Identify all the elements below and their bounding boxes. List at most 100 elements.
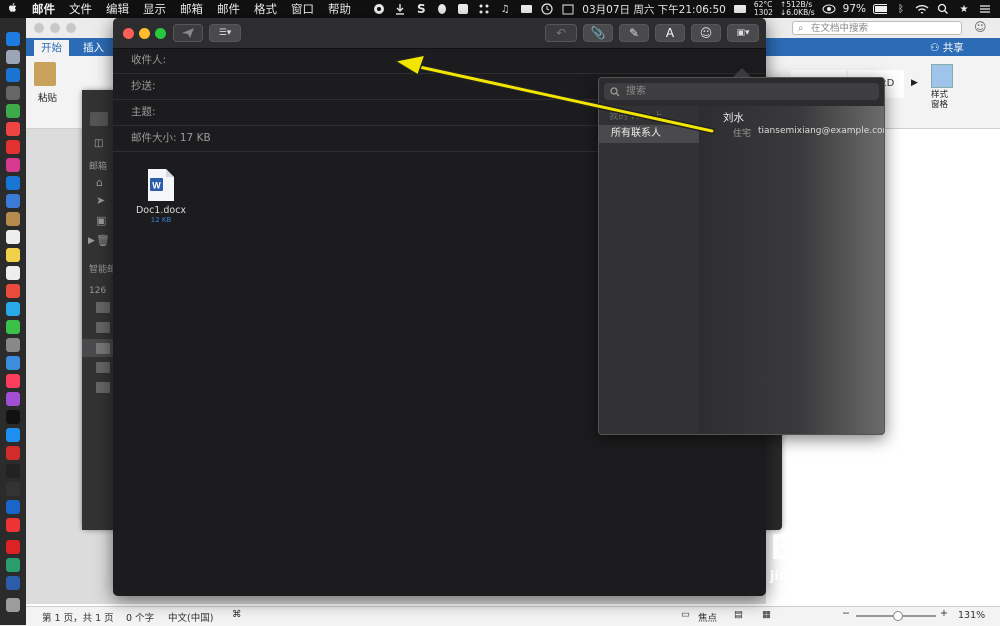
smiley-feedback-icon[interactable]: ☺	[974, 20, 987, 34]
format-button[interactable]: A	[655, 24, 685, 42]
system-stats[interactable]: 62°C 1302	[754, 1, 773, 17]
app-gray-icon[interactable]	[6, 338, 20, 352]
attachment[interactable]: W Doc1.docx 12 KB	[131, 168, 191, 224]
app-pink-icon[interactable]	[6, 158, 20, 172]
menu-list-icon[interactable]	[978, 2, 992, 16]
sent-icon[interactable]: ➤	[96, 194, 105, 207]
activity-monitor-icon[interactable]	[6, 482, 20, 496]
styles-pane-icon[interactable]	[931, 64, 953, 88]
vpn-icon[interactable]	[6, 500, 20, 514]
archive-icon[interactable]: ▣	[96, 214, 106, 227]
grid-icon[interactable]	[477, 2, 491, 16]
app-s-icon[interactable]	[456, 2, 470, 16]
zoom-button[interactable]	[155, 28, 166, 39]
menu-file[interactable]: 文件	[62, 1, 99, 17]
send-button[interactable]	[173, 24, 203, 42]
menu-help[interactable]: 帮助	[321, 1, 358, 17]
language-status[interactable]: 中文(中国)	[168, 610, 213, 624]
chrome-icon[interactable]	[6, 122, 20, 136]
share-button[interactable]: ⚇ 共享	[930, 40, 964, 55]
app-green-icon[interactable]	[6, 558, 20, 572]
android-icon[interactable]	[6, 104, 20, 118]
launchpad-icon[interactable]	[6, 50, 20, 64]
get-mail-icon[interactable]	[90, 112, 108, 126]
battery-icon[interactable]	[873, 2, 887, 16]
facetime-icon[interactable]	[6, 302, 20, 316]
netease-music-icon[interactable]	[6, 540, 20, 554]
scrivener-icon[interactable]: S	[414, 2, 428, 16]
music-icon[interactable]: ♫	[498, 2, 512, 16]
contact-name[interactable]: 刘水	[723, 110, 744, 125]
print-layout-icon[interactable]: ▤	[734, 609, 743, 620]
calendar-dock-icon[interactable]	[6, 230, 20, 244]
page-count[interactable]: 第 1 页，共 1 页	[42, 610, 114, 624]
photo-browser-button[interactable]: ▣▾	[727, 24, 759, 42]
system-preferences-icon[interactable]	[6, 86, 20, 100]
menu-mailbox[interactable]: 邮箱	[173, 1, 210, 17]
expand-icon[interactable]: ▶	[88, 236, 95, 246]
zoom-slider-thumb[interactable]	[893, 611, 903, 621]
inbox-icon[interactable]: ⌂	[96, 176, 103, 189]
download-icon[interactable]	[393, 2, 407, 16]
tab-home[interactable]: 开始	[34, 40, 69, 56]
podcasts-icon[interactable]	[6, 392, 20, 406]
clock-text[interactable]: 03月07日 周六 下午21:06:50	[582, 2, 726, 17]
folder-icon[interactable]	[96, 362, 110, 373]
attach-button[interactable]: 📎	[583, 24, 613, 42]
itunes-icon[interactable]	[6, 374, 20, 388]
notes-brown-icon[interactable]	[6, 212, 20, 226]
folder-icon[interactable]	[96, 302, 110, 313]
apple-menu-icon[interactable]	[0, 2, 25, 17]
word-search-input[interactable]: ⌕ 在文档中搜索	[792, 21, 962, 35]
word-close-button[interactable]	[34, 23, 44, 33]
app-menu-mail[interactable]: 邮件	[25, 1, 62, 17]
menu-view[interactable]: 显示	[136, 1, 173, 17]
yandex-icon[interactable]	[6, 518, 20, 532]
trash-mailbox-icon[interactable]: 🗑	[96, 234, 110, 247]
record-icon[interactable]	[372, 2, 386, 16]
photos-icon[interactable]	[6, 284, 20, 298]
paste-icon[interactable]	[34, 62, 56, 86]
track-changes-icon[interactable]: ⌘	[232, 609, 242, 620]
terminal-icon[interactable]	[6, 464, 20, 478]
markup-button[interactable]: ✎	[619, 24, 649, 42]
network-stats[interactable]: ↑512B/s ↓6.0KB/s	[780, 1, 815, 17]
contacts-search-input[interactable]: 搜索	[604, 83, 879, 100]
zoom-out-button[interactable]: −	[842, 608, 850, 619]
qq-icon[interactable]	[435, 2, 449, 16]
web-layout-icon[interactable]: ▦	[762, 609, 771, 620]
selected-folder-row[interactable]	[82, 339, 117, 357]
menu-edit[interactable]: 编辑	[99, 1, 136, 17]
appstore-icon[interactable]	[6, 428, 20, 442]
safari-icon[interactable]	[6, 68, 20, 82]
folder-icon[interactable]	[96, 322, 110, 333]
xcode-icon[interactable]	[6, 176, 20, 190]
focus-label[interactable]: 焦点	[698, 610, 717, 624]
preview-icon[interactable]	[6, 194, 20, 208]
appletv-icon[interactable]	[6, 410, 20, 424]
contact-email[interactable]: tiansemixiang@example.com	[758, 126, 884, 136]
emoji-button[interactable]: ☺	[691, 24, 721, 42]
search-icon[interactable]	[936, 2, 950, 16]
styles-more-icon[interactable]: ▶	[911, 78, 918, 88]
header-fields-button[interactable]: ☰▾	[209, 24, 241, 42]
zoom-in-button[interactable]: +	[940, 608, 948, 619]
word-zoom-button[interactable]	[66, 23, 76, 33]
battery-percent[interactable]: 97%	[843, 3, 866, 15]
sidebar-toggle-icon[interactable]: ◫	[94, 138, 103, 149]
word-count[interactable]: 0 个字	[126, 610, 154, 624]
focus-icon[interactable]: ▭	[681, 609, 690, 620]
eye-icon[interactable]	[822, 2, 836, 16]
reply-button[interactable]: ↶	[545, 24, 577, 42]
tab-insert[interactable]: 插入	[76, 40, 111, 56]
folder-icon[interactable]	[96, 382, 110, 393]
stickies-icon[interactable]	[6, 248, 20, 262]
menu-message[interactable]: 邮件	[210, 1, 247, 17]
clock-icon[interactable]	[540, 2, 554, 16]
menu-window[interactable]: 窗口	[284, 1, 321, 17]
close-button[interactable]	[123, 28, 134, 39]
reminders-icon[interactable]	[6, 266, 20, 280]
bluetooth-icon[interactable]: ᛒ	[894, 2, 908, 16]
dash-icon[interactable]	[733, 2, 747, 16]
minimize-button[interactable]	[139, 28, 150, 39]
